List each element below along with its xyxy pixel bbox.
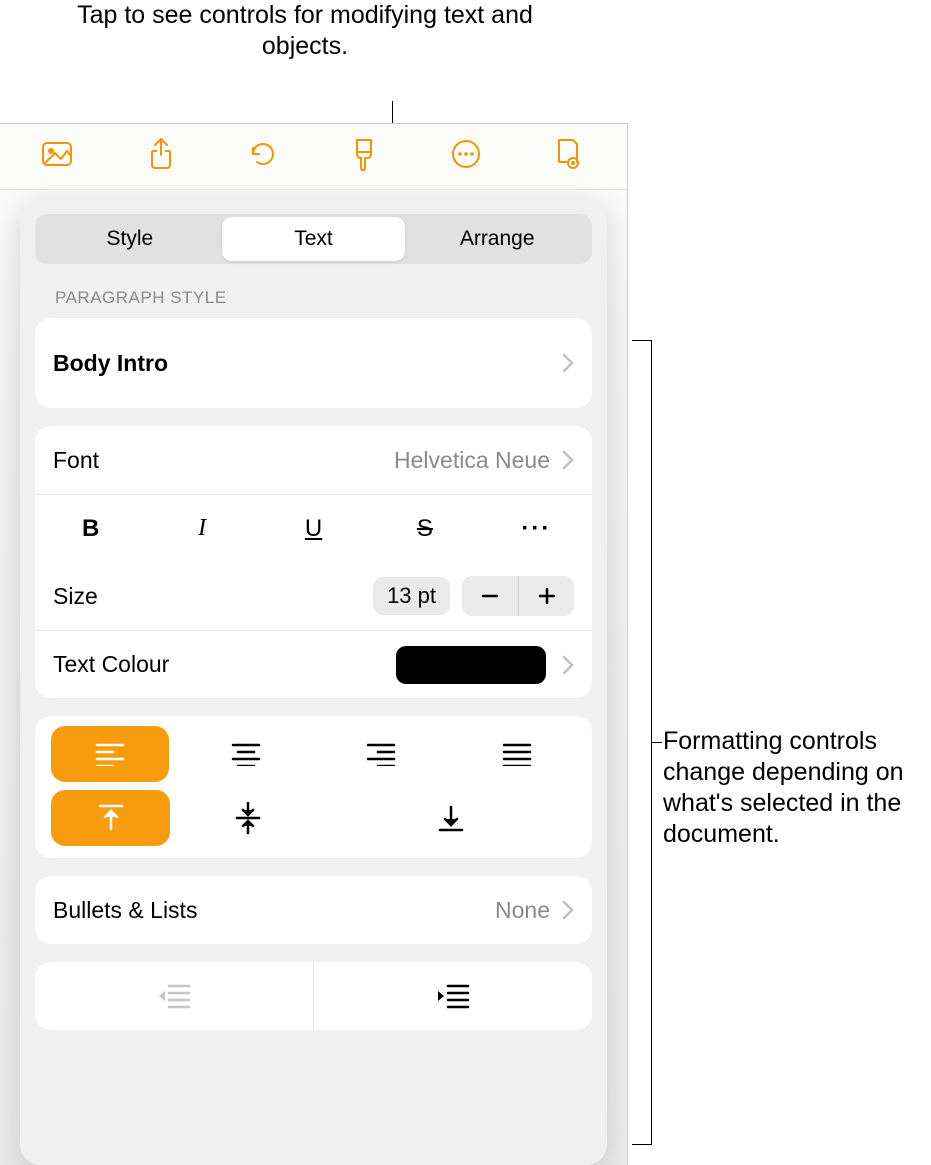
paragraph-style-row[interactable]: Body Intro bbox=[35, 318, 592, 408]
top-toolbar bbox=[0, 124, 627, 190]
chevron-right-icon bbox=[562, 655, 574, 675]
size-value[interactable]: 13 pt bbox=[373, 577, 450, 615]
callout-bracket bbox=[632, 340, 652, 1145]
paragraph-style-value: Body Intro bbox=[53, 350, 550, 377]
tab-text[interactable]: Text bbox=[222, 217, 406, 261]
text-colour-swatch[interactable] bbox=[396, 646, 546, 684]
indent-card bbox=[35, 962, 592, 1030]
size-decrement-button[interactable] bbox=[462, 576, 518, 616]
valign-bottom-button[interactable] bbox=[326, 790, 576, 846]
horizontal-align-row bbox=[35, 716, 592, 782]
valign-middle-button[interactable] bbox=[188, 790, 307, 846]
format-brush-icon[interactable] bbox=[349, 136, 379, 177]
text-style-buttons: B I U S ··· bbox=[35, 494, 592, 562]
indent-button[interactable] bbox=[313, 962, 592, 1030]
font-value: Helvetica Neue bbox=[394, 447, 550, 474]
tab-style[interactable]: Style bbox=[38, 217, 222, 261]
format-popover: Style Text Arrange Paragraph Style Body … bbox=[20, 199, 607, 1165]
undo-icon[interactable] bbox=[247, 138, 279, 175]
chevron-right-icon bbox=[562, 900, 574, 920]
chevron-right-icon bbox=[562, 353, 574, 373]
underline-button[interactable]: U bbox=[258, 515, 369, 543]
align-right-button[interactable] bbox=[323, 726, 441, 782]
chevron-right-icon bbox=[562, 450, 574, 470]
size-row: Size 13 pt bbox=[35, 562, 592, 630]
callout-bracket-tick bbox=[652, 742, 662, 743]
bullets-card: Bullets & Lists None bbox=[35, 876, 592, 944]
size-stepper bbox=[462, 576, 574, 616]
share-icon[interactable] bbox=[146, 137, 176, 176]
size-increment-button[interactable] bbox=[518, 576, 574, 616]
font-row[interactable]: Font Helvetica Neue bbox=[35, 426, 592, 494]
strikethrough-button[interactable]: S bbox=[369, 515, 480, 543]
align-center-button[interactable] bbox=[187, 726, 305, 782]
callout-right: Formatting controls change depending on … bbox=[663, 726, 923, 850]
text-colour-row[interactable]: Text Colour bbox=[35, 630, 592, 698]
more-circle-icon[interactable] bbox=[450, 138, 482, 175]
bullets-label: Bullets & Lists bbox=[53, 897, 495, 924]
alignment-card bbox=[35, 716, 592, 858]
paragraph-style-header: Paragraph Style bbox=[35, 288, 592, 308]
bullets-value: None bbox=[495, 897, 550, 924]
size-label: Size bbox=[53, 583, 373, 610]
italic-button[interactable]: I bbox=[146, 515, 257, 542]
callout-top: Tap to see controls for modifying text a… bbox=[55, 0, 555, 62]
outdent-button[interactable] bbox=[35, 962, 313, 1030]
paragraph-style-card: Body Intro bbox=[35, 318, 592, 408]
media-icon[interactable] bbox=[41, 139, 77, 174]
bold-button[interactable]: B bbox=[35, 515, 146, 543]
tab-segmented-control: Style Text Arrange bbox=[35, 214, 592, 264]
font-card: Font Helvetica Neue B I U S ··· Size 13 … bbox=[35, 426, 592, 698]
align-left-button[interactable] bbox=[51, 726, 169, 782]
bullets-row[interactable]: Bullets & Lists None bbox=[35, 876, 592, 944]
more-text-options-button[interactable]: ··· bbox=[481, 515, 592, 543]
vertical-align-row bbox=[35, 782, 592, 858]
align-justify-button[interactable] bbox=[458, 726, 576, 782]
font-label: Font bbox=[53, 447, 394, 474]
device-frame: Style Text Arrange Paragraph Style Body … bbox=[0, 123, 628, 1165]
valign-top-button[interactable] bbox=[51, 790, 170, 846]
document-view-icon[interactable] bbox=[553, 137, 583, 176]
tab-arrange[interactable]: Arrange bbox=[405, 217, 589, 261]
text-colour-label: Text Colour bbox=[53, 651, 396, 678]
